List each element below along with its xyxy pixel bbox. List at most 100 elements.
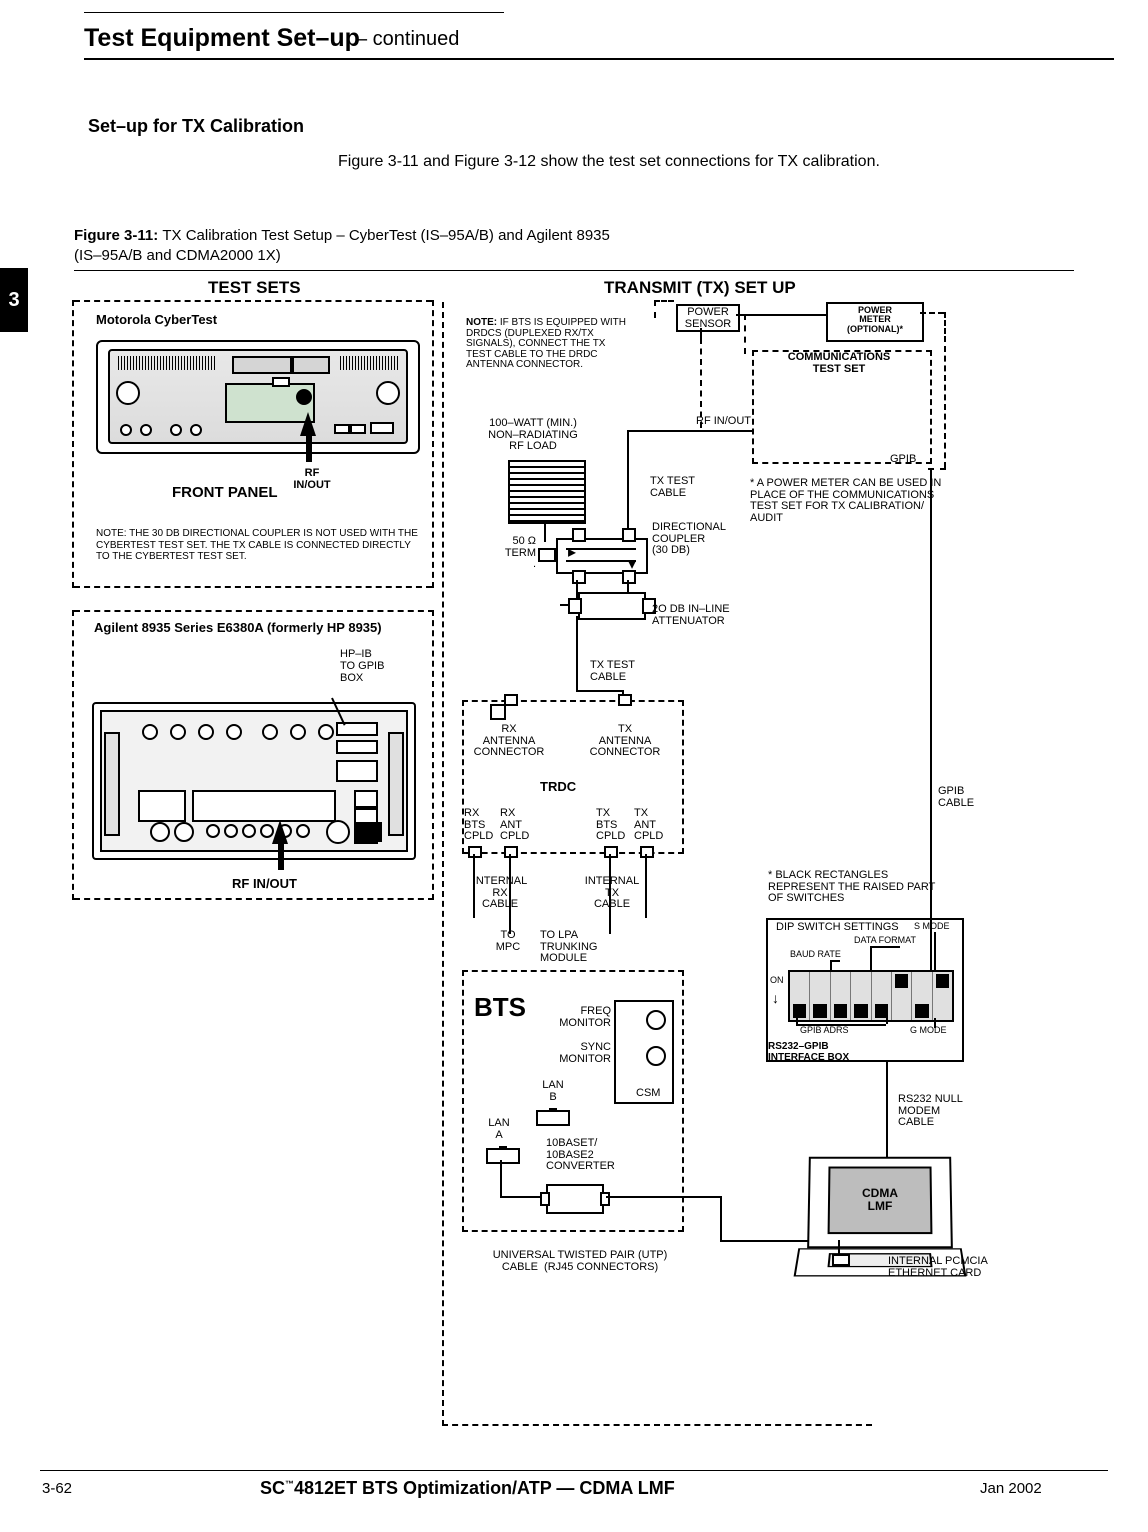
- footer-date: Jan 2002: [980, 1480, 1042, 1497]
- port-icon: [540, 1192, 550, 1206]
- converter-label: 10BASET/ 10BASE2 CONVERTER: [546, 1138, 615, 1173]
- power-sensor-box: POWER SENSOR: [676, 304, 740, 332]
- wire: [736, 314, 826, 316]
- switches-note: * BLACK RECTANGLES REPRESENT THE RAISED …: [768, 870, 948, 905]
- footer-title: SC™4812ET BTS Optimization/ATP — CDMA LM…: [260, 1478, 675, 1499]
- dip-switch-icon: [788, 970, 954, 1022]
- wire: [544, 520, 546, 542]
- gpib-label: GPIB: [890, 454, 916, 466]
- pcmcia-label: INTERNAL PCMCIA ETHERNET CARD: [888, 1256, 988, 1279]
- g-mode-label: G MODE: [910, 1026, 947, 1035]
- power-meter-note: * A POWER METER CAN BE USED IN PLACE OF …: [750, 478, 950, 524]
- attenuator-icon: [578, 592, 646, 620]
- note-prefix: NOTE:: [466, 317, 497, 328]
- lan-a-label: LAN A: [484, 1118, 514, 1141]
- lan-b-label: LAN B: [538, 1080, 568, 1103]
- arrow-up-icon: [300, 412, 316, 436]
- left-dash-left: [72, 300, 75, 588]
- agilent-dash-top: [74, 610, 434, 612]
- to-lpa-label: TO LPA TRUNKING MODULE: [540, 930, 620, 965]
- directional-coupler-label: DIRECTIONAL COUPLER (30 DB): [652, 522, 726, 557]
- tx-bts-cpld-label: TX BTS CPLD: [596, 808, 625, 843]
- rf-load-icon: [508, 460, 586, 524]
- figure-caption-lead: Figure 3-11:: [74, 227, 162, 244]
- tx-test-cable-lower-label: TX TEST CABLE: [590, 660, 635, 683]
- left-dash-top: [74, 300, 432, 303]
- csm-label: CSM: [636, 1088, 660, 1100]
- agilent-dash-bottom: [74, 898, 434, 900]
- arrow-down-icon: ↓: [772, 990, 779, 1006]
- tx-ant-conn-label: TX ANTENNA CONNECTOR: [580, 724, 670, 759]
- rx-ant-cpld-label: RX ANT CPLD: [500, 808, 529, 843]
- footer-rule: [40, 1470, 1108, 1471]
- power-sensor-label: POWER SENSOR: [678, 307, 738, 330]
- port-icon: [622, 528, 636, 542]
- internal-tx-cable-label: INTERNAL TX CABLE: [574, 876, 650, 911]
- rf-inout-label-cybertest: RF IN/OUT: [292, 468, 332, 491]
- to-mpc-label: TO MPC: [488, 930, 528, 953]
- txsetup-header: TRANSMIT (TX) SET UP: [604, 278, 796, 298]
- left-dash-right: [432, 300, 435, 588]
- wire: [576, 616, 578, 692]
- interface-box-label: RS232–GPIB INTERFACE BOX: [768, 1042, 849, 1063]
- tx-ant-cpld-label: TX ANT CPLD: [634, 808, 663, 843]
- arrow-stem-icon: [278, 840, 284, 870]
- term-icon: [538, 548, 556, 562]
- lmf-label: CDMA LMF: [862, 1188, 898, 1213]
- left-dash-mid: [74, 586, 432, 589]
- rs232-cable-label: RS232 NULL MODEM CABLE: [898, 1094, 963, 1129]
- body-paragraph: Figure 3-11 and Figure 3-12 show the tes…: [338, 152, 938, 173]
- rf-in-out-label: RF IN/OUT: [696, 416, 751, 428]
- figure-caption: Figure 3-11: TX Calibration Test Setup –…: [74, 226, 614, 265]
- term-label: 50 Ω TERM .: [492, 536, 536, 571]
- port-icon: [640, 846, 654, 858]
- gpib-cable-label: GPIB CABLE: [938, 786, 974, 809]
- figure-rule: [74, 270, 1074, 271]
- port-icon: [504, 694, 518, 706]
- port-icon: [604, 846, 618, 858]
- section-subhead: Set–up for TX Calibration: [88, 116, 304, 137]
- wire: [700, 328, 702, 338]
- lan-b-port-icon: [536, 1110, 570, 1126]
- port-icon: [568, 598, 582, 614]
- wire: [576, 580, 578, 598]
- footer-title-post: 4812ET BTS Optimization/ATP — CDMA LMF: [294, 1478, 675, 1498]
- power-meter-box: POWER METER (OPTIONAL)*: [826, 302, 924, 342]
- attenuator-label: 2O DB IN–LINE ATTENUATOR: [652, 604, 730, 627]
- cybertest-title: Motorola CyberTest: [96, 312, 217, 327]
- hpib-label: HP–IB TO GPIB BOX: [340, 648, 384, 684]
- agilent-dash-right: [432, 610, 434, 900]
- wire: [560, 604, 570, 606]
- lan-a-port-icon: [486, 1148, 520, 1164]
- header-divider: [84, 58, 1114, 60]
- front-panel-label: FRONT PANEL: [172, 484, 278, 501]
- agilent-dash-left: [72, 610, 74, 900]
- converter-icon: [546, 1184, 604, 1214]
- page-title-continued: – continued: [356, 28, 459, 51]
- footer-page: 3-62: [42, 1480, 72, 1497]
- baud-rate-label: BAUD RATE: [790, 950, 841, 959]
- arrow-up-icon: [272, 820, 288, 844]
- wire: [838, 1240, 840, 1254]
- trademark-icon: ™: [285, 1479, 294, 1489]
- agilent-device-icon: [92, 702, 416, 860]
- sync-monitor-label: SYNC MONITOR: [557, 1042, 611, 1065]
- laptop-icon: CDMA LMF: [807, 1157, 953, 1249]
- dashed-wire: [744, 314, 746, 354]
- rf-load-label: 100–WATT (MIN.) NON–RADIATING RF LOAD: [478, 418, 588, 453]
- wire: [576, 690, 624, 692]
- drdc-note: NOTE: IF BTS IS EQUIPPED WITH DRDCS (DUP…: [466, 318, 628, 371]
- monitor-jack-icon: [646, 1010, 666, 1030]
- wire: [627, 430, 629, 528]
- directional-coupler-icon: ▸ ▾: [556, 538, 648, 574]
- wire: [500, 1160, 502, 1196]
- section-tab: 3: [0, 268, 28, 332]
- wire: [609, 854, 611, 934]
- gpib-adrs-label: GPIB ADRS: [800, 1026, 849, 1035]
- dip-title: DIP SWITCH SETTINGS: [776, 922, 899, 934]
- bts-title: BTS: [474, 992, 526, 1023]
- on-label: ON: [770, 976, 784, 985]
- port-icon: [600, 1192, 610, 1206]
- port-icon: [832, 1254, 850, 1266]
- wire: [886, 1060, 888, 1158]
